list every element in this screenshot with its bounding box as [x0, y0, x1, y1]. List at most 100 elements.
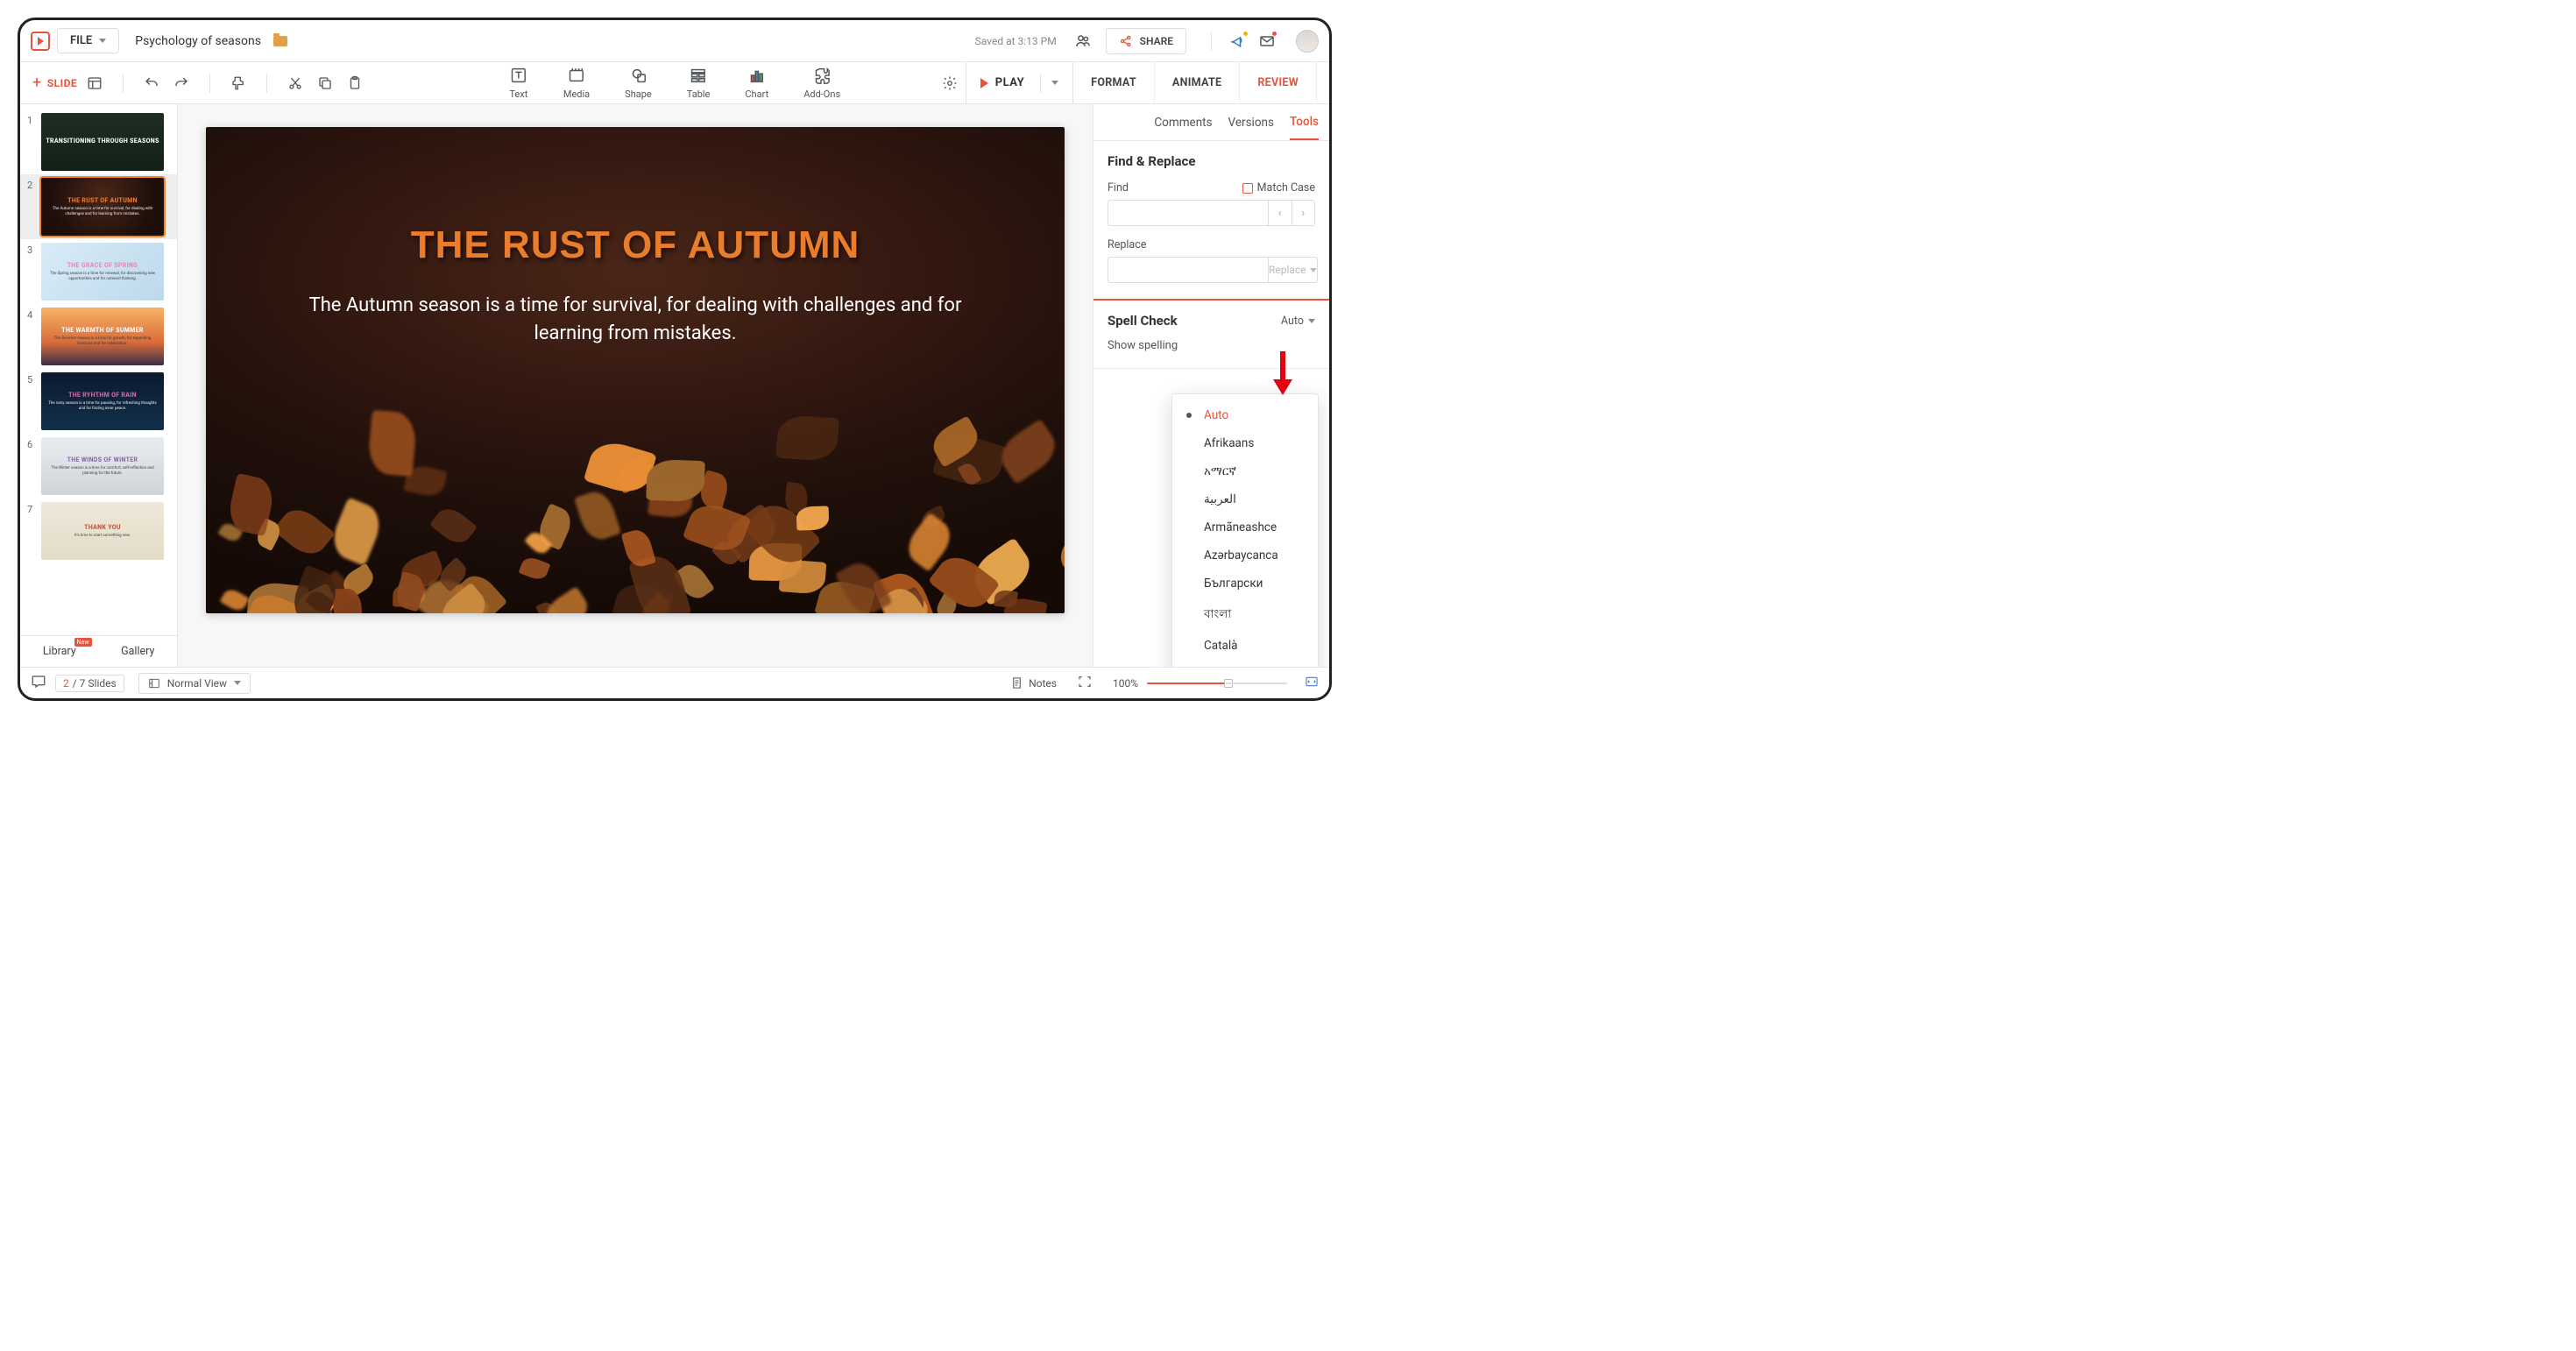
canvas-area[interactable]: THE RUST OF AUTUMN The Autumn season is … [178, 104, 1093, 667]
user-avatar[interactable] [1296, 30, 1319, 53]
find-replace-section: Find & Replace Find Match Case ‹ › Repla… [1093, 141, 1329, 300]
slide-canvas[interactable]: THE RUST OF AUTUMN The Autumn season is … [206, 127, 1065, 613]
spell-check-heading: Spell Check [1108, 313, 1178, 329]
announcement-icon[interactable] [1229, 32, 1251, 50]
insert-chart-button[interactable]: Chart [745, 66, 768, 100]
slide-background-leaves [206, 385, 1065, 613]
cut-icon[interactable] [283, 71, 308, 95]
app-logo-icon[interactable] [31, 32, 50, 51]
language-option[interactable]: العربية [1172, 485, 1318, 513]
zoom-slider[interactable] [1147, 683, 1287, 684]
library-tab[interactable]: Library New [20, 636, 99, 667]
insert-table-button[interactable]: Table [687, 66, 711, 100]
status-bar: 2 / 7 Slides Normal View Notes 100% [20, 667, 1329, 698]
tab-format[interactable]: FORMAT [1073, 62, 1155, 104]
find-replace-heading: Find & Replace [1108, 153, 1315, 169]
share-button[interactable]: SHARE [1106, 28, 1186, 54]
new-badge: New [74, 638, 92, 647]
slide-body[interactable]: The Autumn season is a time for survival… [294, 292, 977, 348]
review-subtabs: Comments Versions Tools [1093, 104, 1329, 141]
language-option[interactable]: Català [1172, 632, 1318, 660]
play-icon [980, 78, 988, 88]
view-selector[interactable]: Normal View [138, 673, 251, 694]
plus-icon: + [32, 74, 42, 92]
review-panel: Comments Versions Tools Find & Replace F… [1093, 104, 1329, 667]
language-option[interactable]: Azərbaycanca [1172, 541, 1318, 569]
match-case-checkbox[interactable]: Match Case [1242, 181, 1315, 195]
menu-bar: FILE Psychology of seasons Saved at 3:13… [20, 20, 1329, 62]
mail-icon[interactable] [1258, 32, 1280, 50]
chat-icon[interactable] [31, 674, 46, 692]
language-option[interactable]: Български [1172, 569, 1318, 598]
slide-counter[interactable]: 2 / 7 Slides [55, 675, 124, 692]
copy-icon[interactable] [313, 71, 337, 95]
slide-thumbnail[interactable]: 7 THANK YOU It's time to start something… [20, 499, 177, 563]
find-input[interactable] [1108, 200, 1269, 226]
slide-thumbnail[interactable]: 5 THE RYHTHM OF RAIN The rainy season is… [20, 369, 177, 434]
language-option[interactable]: Hrvatski [1172, 660, 1318, 667]
fit-width-icon[interactable] [1078, 675, 1092, 691]
find-label: Find [1108, 181, 1129, 195]
insert-addons-button[interactable]: Add-Ons [803, 66, 840, 100]
chevron-down-icon[interactable] [1051, 81, 1058, 85]
tab-animate[interactable]: ANIMATE [1155, 62, 1240, 104]
language-dropdown[interactable]: AutoAfrikaansአማርኛالعربيةArmãneashceAzərb… [1171, 393, 1319, 667]
slide-title[interactable]: THE RUST OF AUTUMN [411, 223, 860, 267]
slide-thumbnail[interactable]: 3 THE GRACE OF SPRING The Spring season … [20, 239, 177, 304]
fit-screen-icon[interactable] [1305, 675, 1319, 691]
paste-icon[interactable] [343, 71, 367, 95]
language-option[interactable]: አማርኛ [1172, 457, 1318, 485]
slide-thumbnail[interactable]: 6 THE WINDS OF WINTER The Winter season … [20, 434, 177, 499]
undo-icon[interactable] [139, 71, 164, 95]
language-option[interactable]: বাংলা [1172, 598, 1318, 632]
slide-thumbnail[interactable]: 4 THE WARMTH OF SUMMER The Summer season… [20, 304, 177, 369]
separator [266, 74, 267, 93]
find-next-button[interactable]: › [1292, 200, 1316, 226]
replace-label: Replace [1108, 238, 1315, 251]
add-slide-label: SLIDE [47, 77, 77, 89]
settings-icon[interactable] [938, 71, 962, 95]
file-menu-button[interactable]: FILE [57, 28, 119, 53]
add-slide-button[interactable]: + SLIDE [32, 74, 77, 92]
find-prev-button[interactable]: ‹ [1269, 200, 1292, 226]
separator [123, 74, 124, 93]
separator [1211, 32, 1212, 51]
share-icon [1119, 34, 1133, 48]
insert-text-button[interactable]: Text [509, 66, 528, 100]
slide-thumbnails[interactable]: 1 TRANSITIONING THROUGH SEASONS 2 THE RU… [20, 104, 177, 635]
language-option[interactable]: Afrikaans [1172, 429, 1318, 457]
chevron-down-icon [234, 681, 241, 685]
chevron-down-icon [1308, 319, 1315, 323]
insert-media-button[interactable]: Media [563, 66, 590, 100]
gallery-tab[interactable]: Gallery [99, 636, 178, 667]
zoom-control: 100% [1113, 677, 1287, 690]
subtab-versions[interactable]: Versions [1228, 104, 1274, 140]
document-name[interactable]: Psychology of seasons [135, 34, 261, 48]
collaborators-icon[interactable] [1074, 32, 1092, 50]
play-button[interactable]: PLAY [966, 62, 1069, 104]
zoom-handle[interactable] [1224, 679, 1233, 688]
format-painter-icon[interactable] [226, 71, 251, 95]
chevron-down-icon [99, 39, 106, 43]
replace-button[interactable]: Replace [1269, 257, 1318, 283]
redo-icon[interactable] [169, 71, 194, 95]
saved-status: Saved at 3:13 PM [975, 35, 1057, 47]
replace-input[interactable] [1108, 257, 1269, 283]
slide-thumbnail[interactable]: 2 THE RUST OF AUTUMN The Autumn season i… [20, 174, 177, 239]
slide-thumbnail[interactable]: 1 TRANSITIONING THROUGH SEASONS [20, 110, 177, 174]
language-option[interactable]: Auto [1172, 401, 1318, 429]
separator [209, 74, 210, 93]
subtab-comments[interactable]: Comments [1154, 104, 1212, 140]
notes-icon [1010, 676, 1023, 690]
zoom-value: 100% [1113, 677, 1138, 690]
folder-icon[interactable] [273, 36, 287, 46]
insert-shape-button[interactable]: Shape [625, 66, 652, 100]
checkbox-icon [1242, 183, 1253, 194]
chevron-down-icon [1310, 268, 1317, 272]
tab-review[interactable]: REVIEW [1240, 62, 1317, 104]
notes-button[interactable]: Notes [1010, 676, 1057, 690]
language-option[interactable]: Armãneashce [1172, 513, 1318, 541]
spell-language-selector[interactable]: Auto [1281, 315, 1315, 328]
subtab-tools[interactable]: Tools [1290, 104, 1319, 140]
layout-icon[interactable] [82, 71, 107, 95]
